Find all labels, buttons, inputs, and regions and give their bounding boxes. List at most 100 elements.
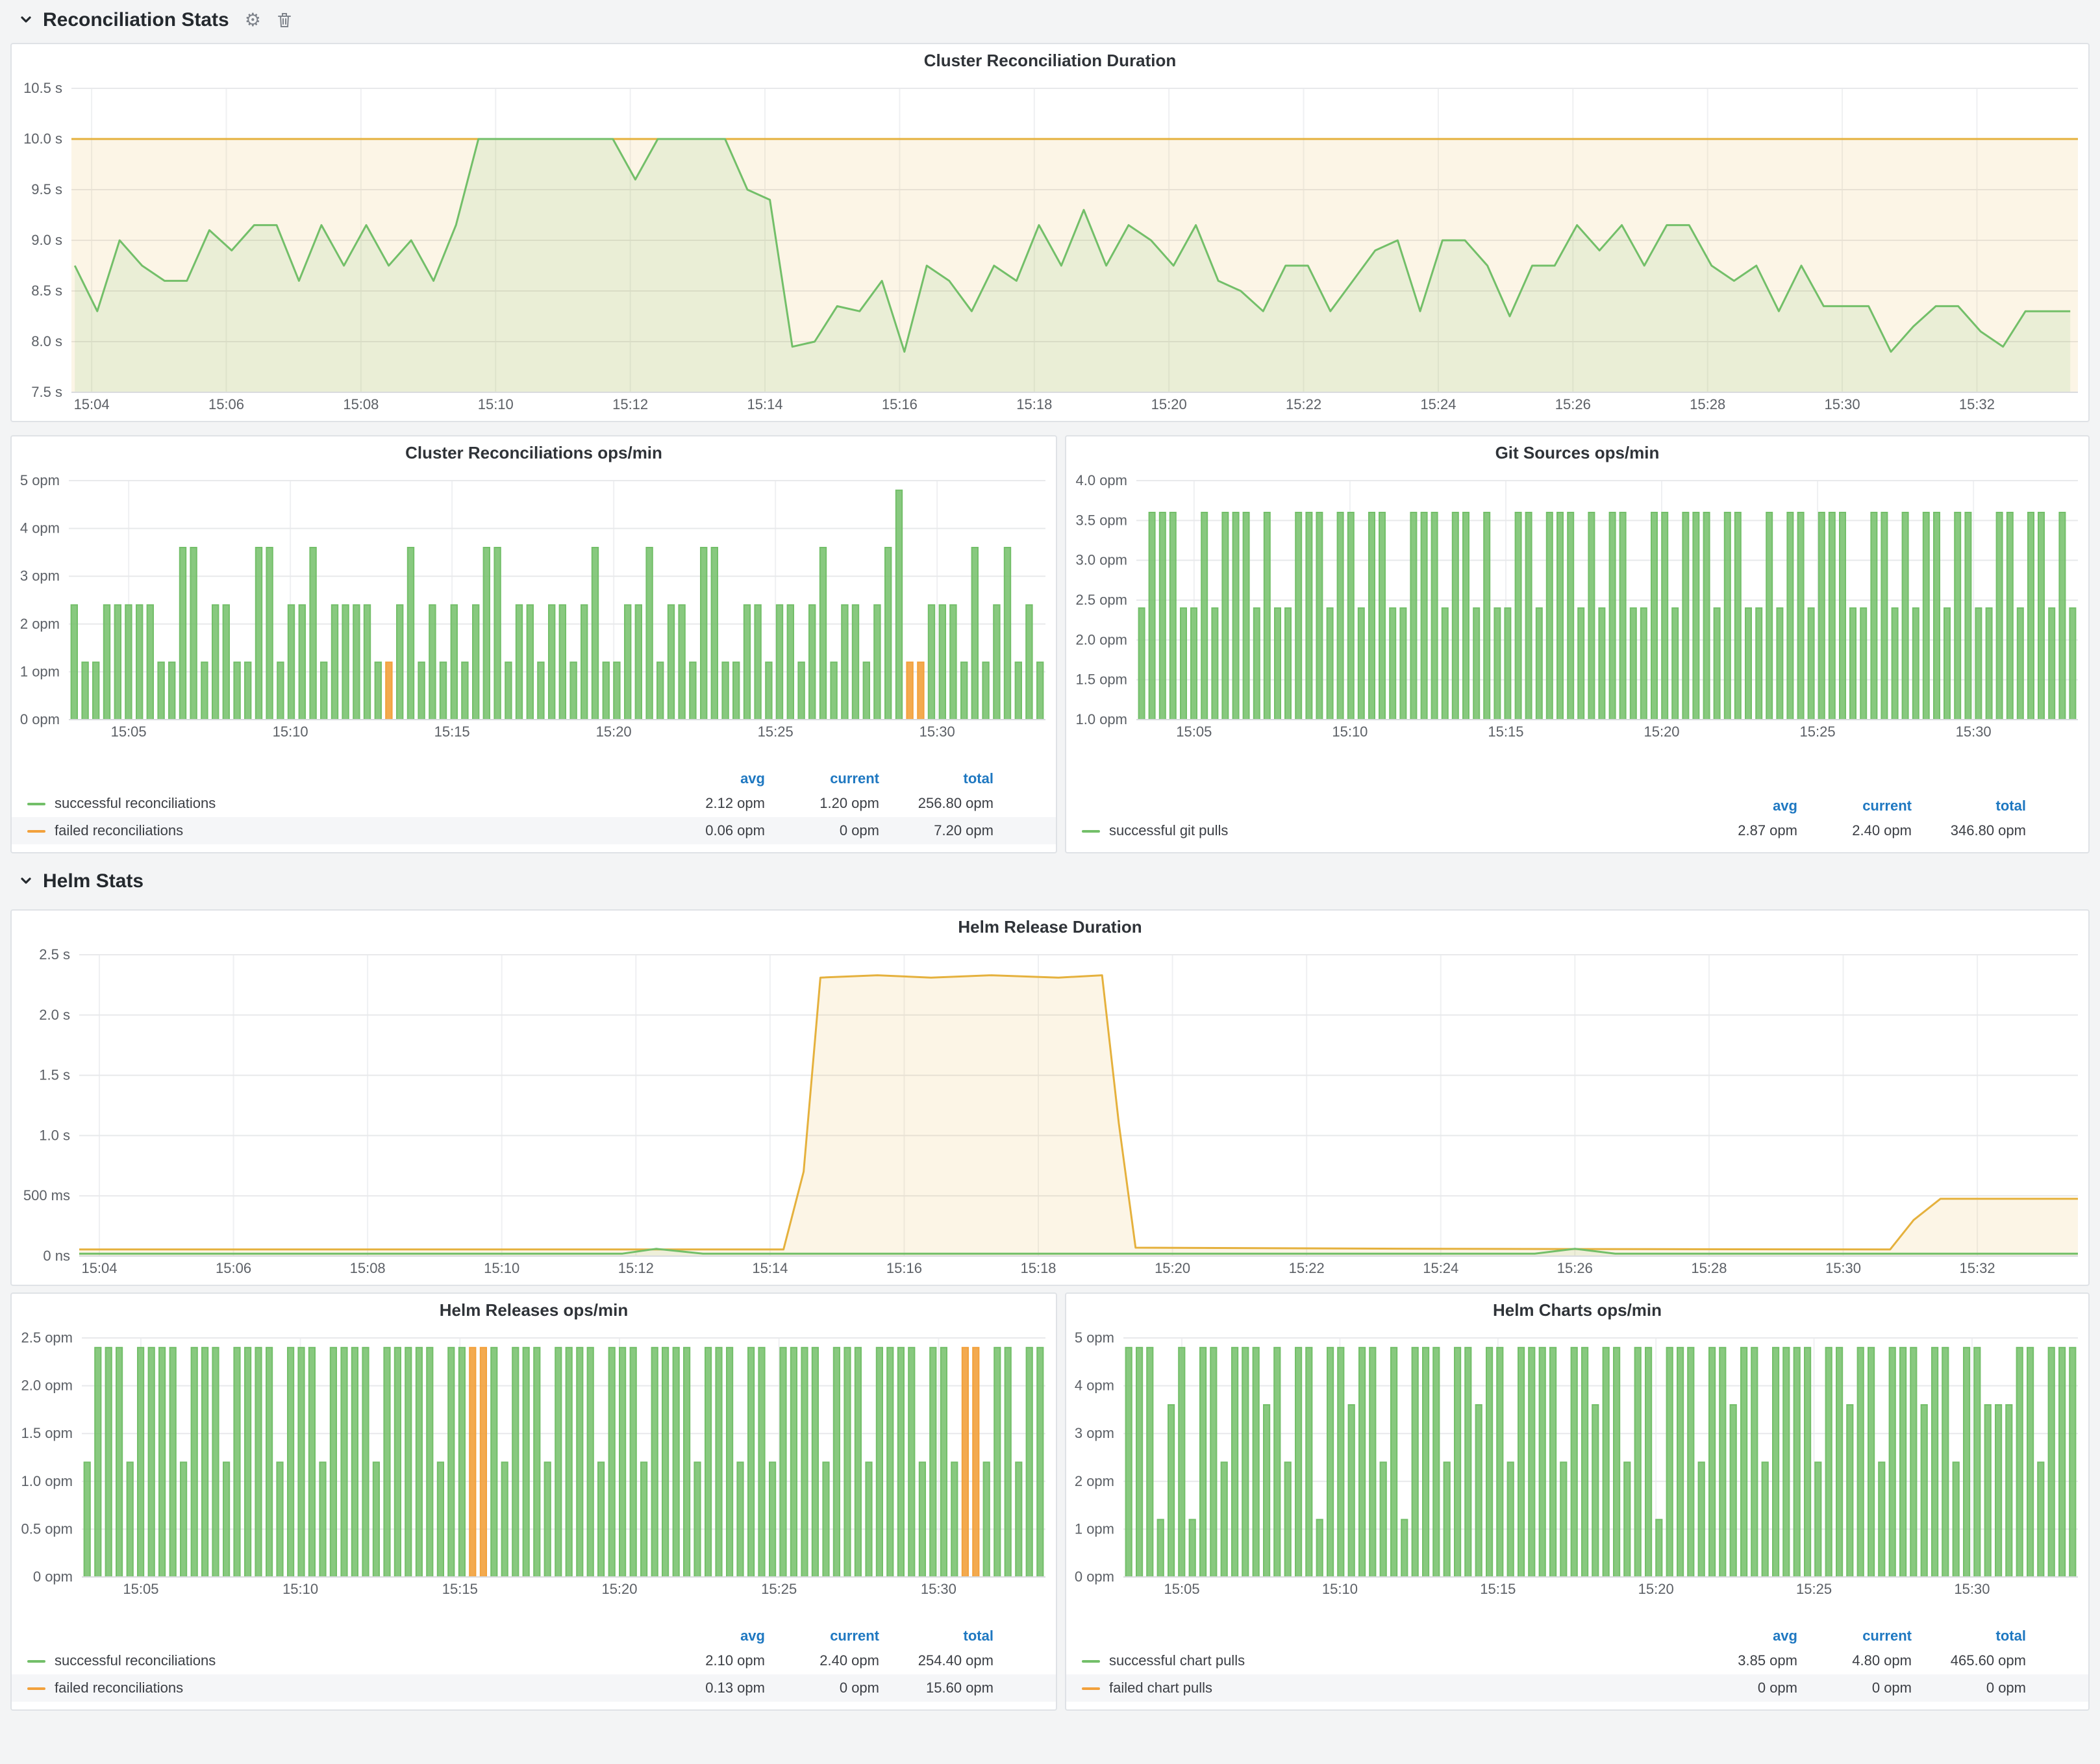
- legend-header-row: avgcurrenttotal: [1066, 795, 2088, 817]
- legend-value-avg: 2.12 opm: [651, 796, 765, 811]
- panel-helm-charts-opm: Helm Charts ops/min 0 opm1 opm2 opm3 opm…: [1065, 1292, 2090, 1711]
- series-name[interactable]: failed chart pulls: [1109, 1680, 1212, 1696]
- section-header-reconciliation-stats[interactable]: Reconciliation Stats ⚙: [0, 0, 292, 39]
- series-name[interactable]: failed reconciliations: [55, 1680, 183, 1696]
- panel-title[interactable]: Helm Releases ops/min: [12, 1294, 1056, 1328]
- section-title[interactable]: Reconciliation Stats: [43, 8, 229, 31]
- series-name[interactable]: successful chart pulls: [1109, 1653, 1245, 1669]
- series-name[interactable]: successful reconciliations: [55, 796, 216, 811]
- legend-value-current: 2.40 opm: [765, 1653, 879, 1669]
- svg-text:15:22: 15:22: [1286, 396, 1321, 412]
- helm-charts-opm-chart[interactable]: 0 opm1 opm2 opm3 opm4 opm5 opm15:0515:10…: [1066, 1328, 2088, 1600]
- svg-text:15:30: 15:30: [921, 1581, 956, 1597]
- series-color-dash-icon: [27, 1687, 45, 1689]
- svg-text:15:32: 15:32: [1959, 396, 1995, 412]
- legend-row-successful-reconciliations[interactable]: successful reconciliations2.12 opm1.20 o…: [12, 790, 1056, 817]
- legend-header-total[interactable]: total: [879, 771, 994, 787]
- gear-icon[interactable]: ⚙: [245, 10, 261, 29]
- svg-text:1.5 opm: 1.5 opm: [1076, 672, 1128, 688]
- svg-text:15:32: 15:32: [1960, 1260, 1995, 1276]
- cluster-reconciliation-duration-chart[interactable]: 7.5 s8.0 s8.5 s9.0 s9.5 s10.0 s10.5 s15:…: [12, 78, 2088, 416]
- svg-text:15:30: 15:30: [1825, 1260, 1861, 1276]
- panel-title[interactable]: Git Sources ops/min: [1066, 436, 2088, 470]
- legend-header-total[interactable]: total: [1912, 1628, 2026, 1644]
- svg-text:15:26: 15:26: [1557, 1260, 1593, 1276]
- legend-value-avg: 0 opm: [1683, 1680, 1797, 1696]
- svg-text:15:05: 15:05: [1176, 724, 1212, 740]
- svg-text:15:24: 15:24: [1423, 1260, 1458, 1276]
- legend: avgcurrenttotalsuccessful reconciliation…: [12, 1625, 1056, 1709]
- svg-text:15:20: 15:20: [1155, 1260, 1190, 1276]
- svg-text:15:14: 15:14: [752, 1260, 788, 1276]
- svg-text:15:30: 15:30: [1954, 1581, 1990, 1597]
- legend-value-total: 7.20 opm: [879, 823, 994, 838]
- svg-text:15:10: 15:10: [478, 396, 514, 412]
- panel-title[interactable]: Helm Charts ops/min: [1066, 1294, 2088, 1328]
- cluster-reconciliations-opm-chart[interactable]: 0 opm1 opm2 opm3 opm4 opm5 opm15:0515:10…: [12, 470, 1056, 743]
- chevron-down-icon: [17, 872, 35, 890]
- legend-value-total: 15.60 opm: [879, 1680, 994, 1696]
- series-color-dash-icon: [27, 829, 45, 832]
- legend-row-failed-reconciliations[interactable]: failed reconciliations0.06 opm0 opm7.20 …: [12, 817, 1056, 844]
- svg-text:15:25: 15:25: [1796, 1581, 1832, 1597]
- svg-text:8.5 s: 8.5 s: [31, 283, 62, 299]
- legend-header-current[interactable]: current: [765, 771, 879, 787]
- legend-value-current: 0 opm: [765, 1680, 879, 1696]
- svg-text:2.0 opm: 2.0 opm: [21, 1378, 73, 1394]
- legend-header-current[interactable]: current: [1797, 798, 1912, 814]
- panel-title[interactable]: Helm Release Duration: [12, 911, 2088, 944]
- legend-header-current[interactable]: current: [765, 1628, 879, 1644]
- svg-text:9.5 s: 9.5 s: [31, 181, 62, 197]
- svg-text:15:22: 15:22: [1289, 1260, 1325, 1276]
- svg-text:5 opm: 5 opm: [20, 472, 60, 488]
- svg-text:15:10: 15:10: [484, 1260, 519, 1276]
- legend-header-avg[interactable]: avg: [1683, 798, 1797, 814]
- legend-header-total[interactable]: total: [1912, 798, 2026, 814]
- svg-text:2.5 opm: 2.5 opm: [21, 1329, 73, 1346]
- legend-header-avg[interactable]: avg: [1683, 1628, 1797, 1644]
- svg-text:10.5 s: 10.5 s: [23, 80, 62, 96]
- series-name[interactable]: failed reconciliations: [55, 823, 183, 838]
- svg-text:15:20: 15:20: [1638, 1581, 1674, 1597]
- legend-header-total[interactable]: total: [879, 1628, 994, 1644]
- legend-header-avg[interactable]: avg: [651, 771, 765, 787]
- svg-text:4 opm: 4 opm: [20, 520, 60, 536]
- svg-text:15:12: 15:12: [612, 396, 648, 412]
- svg-text:0 opm: 0 opm: [33, 1569, 73, 1585]
- legend-row-failed-chart-pulls[interactable]: failed chart pulls0 opm0 opm0 opm: [1066, 1674, 2088, 1702]
- legend-row-successful-chart-pulls[interactable]: successful chart pulls3.85 opm4.80 opm46…: [1066, 1647, 2088, 1674]
- legend-value-total: 0 opm: [1912, 1680, 2026, 1696]
- svg-text:15:08: 15:08: [343, 396, 379, 412]
- svg-text:2.0 opm: 2.0 opm: [1076, 631, 1128, 648]
- series-name[interactable]: successful reconciliations: [55, 1653, 216, 1669]
- series-color-dash-icon: [27, 1659, 45, 1662]
- section-header-helm-stats[interactable]: Helm Stats: [0, 861, 144, 900]
- git-sources-opm-chart[interactable]: 1.0 opm1.5 opm2.0 opm2.5 opm3.0 opm3.5 o…: [1066, 470, 2088, 743]
- legend-header-row: avgcurrenttotal: [12, 1625, 1056, 1647]
- svg-text:1 opm: 1 opm: [1075, 1520, 1114, 1537]
- legend-row-failed-reconciliations[interactable]: failed reconciliations0.13 opm0 opm15.60…: [12, 1674, 1056, 1702]
- svg-text:15:30: 15:30: [1956, 724, 1992, 740]
- section-title[interactable]: Helm Stats: [43, 870, 144, 892]
- svg-text:3 opm: 3 opm: [1075, 1425, 1114, 1441]
- legend-row-successful-reconciliations[interactable]: successful reconciliations2.10 opm2.40 o…: [12, 1647, 1056, 1674]
- series-name[interactable]: successful git pulls: [1109, 823, 1228, 838]
- svg-text:4 opm: 4 opm: [1075, 1378, 1114, 1394]
- legend-value-avg: 2.87 opm: [1683, 823, 1797, 838]
- legend-header-avg[interactable]: avg: [651, 1628, 765, 1644]
- panel-helm-releases-opm: Helm Releases ops/min 0 opm0.5 opm1.0 op…: [10, 1292, 1057, 1711]
- helm-releases-opm-chart[interactable]: 0 opm0.5 opm1.0 opm1.5 opm2.0 opm2.5 opm…: [12, 1328, 1056, 1600]
- svg-text:8.0 s: 8.0 s: [31, 333, 62, 349]
- svg-text:5 opm: 5 opm: [1075, 1329, 1114, 1346]
- legend-header-current[interactable]: current: [1797, 1628, 1912, 1644]
- legend-value-current: 0 opm: [1797, 1680, 1912, 1696]
- legend-row-successful-git-pulls[interactable]: successful git pulls2.87 opm2.40 opm346.…: [1066, 817, 2088, 844]
- svg-text:9.0 s: 9.0 s: [31, 232, 62, 248]
- svg-text:15:05: 15:05: [1164, 1581, 1200, 1597]
- panel-title[interactable]: Cluster Reconciliations ops/min: [12, 436, 1056, 470]
- legend-value-total: 254.40 opm: [879, 1653, 994, 1669]
- helm-release-duration-chart[interactable]: 0 ns500 ms1.0 s1.5 s2.0 s2.5 s15:0415:06…: [12, 944, 2088, 1279]
- panel-title[interactable]: Cluster Reconciliation Duration: [12, 44, 2088, 78]
- svg-text:15:18: 15:18: [1016, 396, 1052, 412]
- trash-icon[interactable]: [277, 11, 292, 28]
